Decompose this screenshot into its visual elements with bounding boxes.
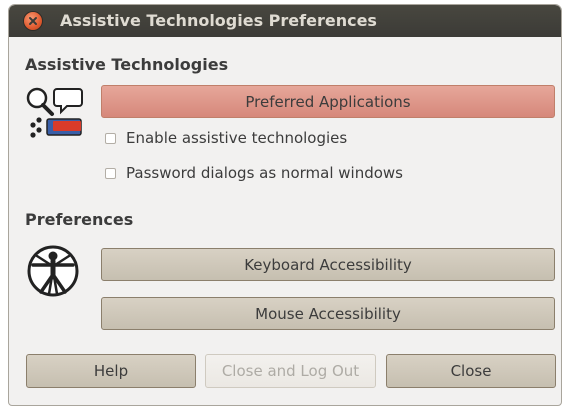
password-dialogs-checkbox-row[interactable]: Password dialogs as normal windows xyxy=(105,164,403,182)
mouse-accessibility-button[interactable]: Mouse Accessibility xyxy=(101,297,555,330)
keyboard-accessibility-button[interactable]: Keyboard Accessibility xyxy=(101,248,555,281)
window-close-button[interactable] xyxy=(24,12,42,30)
password-dialogs-checkbox[interactable] xyxy=(105,167,116,179)
enable-assistive-checkbox[interactable] xyxy=(105,132,116,144)
assistive-technologies-icon xyxy=(26,87,83,138)
enable-assistive-label: Enable assistive technologies xyxy=(126,129,348,147)
vitruvian-man-icon xyxy=(27,245,79,297)
window-title: Assistive Technologies Preferences xyxy=(60,11,377,30)
help-button[interactable]: Help xyxy=(26,354,196,388)
assistive-technologies-heading: Assistive Technologies xyxy=(25,55,229,74)
preferences-window: Assistive Technologies Preferences Assis… xyxy=(8,4,562,406)
enable-assistive-checkbox-row[interactable]: Enable assistive technologies xyxy=(105,129,347,147)
close-icon xyxy=(29,17,37,25)
preferred-applications-button[interactable]: Preferred Applications xyxy=(101,85,555,118)
password-dialogs-label: Password dialogs as normal windows xyxy=(126,164,403,182)
titlebar[interactable]: Assistive Technologies Preferences xyxy=(9,5,561,37)
close-and-log-out-button[interactable]: Close and Log Out xyxy=(205,354,376,388)
preferences-heading: Preferences xyxy=(25,210,134,229)
close-button[interactable]: Close xyxy=(386,354,556,388)
